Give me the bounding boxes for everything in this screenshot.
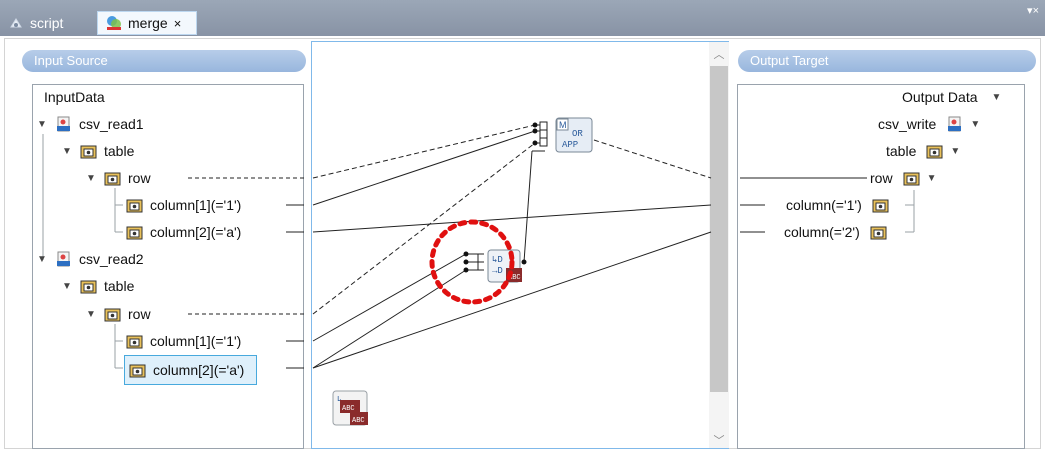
tree-node-row[interactable]: ▼ row [86, 302, 151, 326]
transform-node[interactable]: ↳D →D ABC [463, 249, 527, 283]
tree-node-column[interactable]: column[2](='a') [126, 220, 241, 244]
expand-arrow-icon[interactable]: ▼ [927, 173, 937, 184]
expand-arrow-icon[interactable]: ▼ [37, 119, 47, 130]
row-icon [104, 172, 121, 185]
tree-node-csv-read1[interactable]: ▼ csv_read1 [37, 112, 144, 136]
tree-node-column[interactable]: column[1](='1') [126, 329, 241, 353]
string-function-palette-icon[interactable]: ↳ ABC ABC [332, 390, 368, 426]
output-node-csv-write[interactable]: csv_write ▼ [878, 112, 988, 136]
row-icon [903, 172, 920, 185]
column-icon [126, 199, 143, 212]
tree-node-column[interactable]: column[1](='1') [126, 193, 241, 217]
table-icon [80, 280, 97, 293]
tree-node-row[interactable]: ▼ row [86, 166, 151, 190]
svg-text:ABC: ABC [352, 417, 365, 425]
output-node-table[interactable]: table ▼ [886, 139, 968, 163]
input-data-root: InputData [44, 89, 105, 105]
output-data-root[interactable]: Output Data ▼ [902, 85, 1002, 109]
dropdown-arrow-icon[interactable]: ▼ [992, 92, 1002, 103]
csv-file-icon [57, 116, 70, 131]
tree-node-column-selected[interactable]: column[2](='a') [124, 355, 258, 385]
svg-text:ABC: ABC [342, 405, 355, 413]
output-node-column[interactable]: column(='1') [786, 193, 896, 217]
table-icon [80, 145, 97, 158]
expand-arrow-icon[interactable]: ▼ [37, 254, 47, 265]
svg-text:↳D: ↳D [492, 255, 503, 265]
output-node-row[interactable]: row ▼ [870, 166, 945, 190]
expand-arrow-icon[interactable]: ▼ [62, 146, 72, 157]
column-icon [126, 226, 143, 239]
column-icon [870, 226, 887, 239]
expand-arrow-icon[interactable]: ▼ [86, 173, 96, 184]
expand-arrow-icon[interactable]: ▼ [950, 146, 960, 157]
table-icon [926, 145, 943, 158]
or-app-node[interactable]: M OR APP [532, 117, 593, 153]
svg-text:M: M [559, 120, 567, 130]
tree-node-table[interactable]: ▼ table [62, 274, 134, 298]
csv-file-icon [948, 116, 962, 131]
csv-file-icon [57, 251, 70, 266]
expand-arrow-icon[interactable]: ▼ [970, 119, 980, 130]
column-icon [126, 335, 143, 348]
tree-node-table[interactable]: ▼ table [62, 139, 134, 163]
svg-text:OR: OR [572, 129, 583, 139]
expand-arrow-icon[interactable]: ▼ [86, 309, 96, 320]
expand-arrow-icon[interactable]: ▼ [62, 281, 72, 292]
column-icon [129, 364, 146, 377]
column-icon [872, 199, 889, 212]
tree-node-csv-read2[interactable]: ▼ csv_read2 [37, 247, 144, 271]
svg-text:→D: →D [492, 266, 503, 276]
svg-text:APP: APP [562, 140, 578, 150]
output-node-column[interactable]: column(='2') [784, 220, 894, 244]
row-icon [104, 308, 121, 321]
